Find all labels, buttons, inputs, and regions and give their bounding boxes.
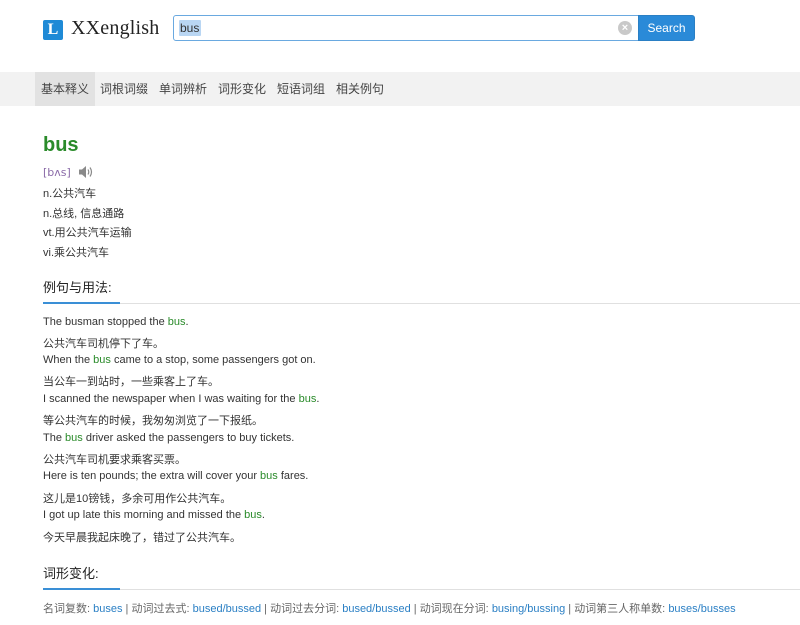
example-text: The busman stopped the: [43, 316, 168, 328]
definition: vi.乘公共汽车: [43, 247, 109, 259]
inflection-label: 动词第三人称单数:: [574, 603, 669, 615]
search-input[interactable]: [180, 19, 610, 37]
inflection-label: 动词现在分词:: [419, 603, 492, 615]
tab-examples[interactable]: 相关例句: [332, 72, 388, 106]
example-text: came to a stop, some passengers got on.: [110, 354, 316, 366]
separator: |: [565, 603, 575, 615]
example-sentence: 今天早晨我起床晚了，错过了公共汽车。: [43, 529, 241, 545]
example-keyword: bus: [260, 470, 278, 482]
inflection-list: 名词复数: buses | 动词过去式: bused/bussed | 动词过去…: [43, 600, 736, 616]
header: L XXenglish × Search: [0, 0, 800, 72]
example-text: 当公车一到站时，一些乘客上了车。: [43, 376, 219, 388]
example-sentence: I scanned the newspaper when I was waiti…: [43, 393, 319, 405]
example-keyword: bus: [298, 393, 317, 405]
example-keyword: bus: [65, 432, 83, 444]
example-text: Here is ten pounds; the extra will cover…: [43, 470, 261, 482]
inflection-label: 动词过去分词:: [270, 603, 343, 615]
separator: |: [261, 603, 271, 615]
inflection-link[interactable]: bused/bussed: [193, 603, 262, 615]
inflection-link[interactable]: buses/busses: [668, 603, 735, 615]
example-text: 公共汽车司机停下了车。: [43, 338, 164, 350]
example-text: driver asked the passengers to buy ticke…: [82, 432, 295, 444]
example-sentence: When the bus came to a stop, some passen…: [43, 354, 316, 366]
example-text: I scanned the newspaper when I was waiti…: [43, 393, 299, 405]
example-sentence: The bus driver asked the passengers to b…: [43, 432, 294, 444]
search-box: ×: [173, 15, 639, 41]
definition: n.总线, 信息通路: [43, 208, 125, 220]
phonetic: [bʌs]: [43, 166, 71, 179]
inflection-label: 名词复数:: [43, 603, 94, 615]
example-text: The: [43, 432, 66, 444]
definition: vt.用公共汽车运输: [43, 227, 132, 239]
inflection-link[interactable]: busing/bussing: [492, 603, 565, 615]
separator: |: [410, 603, 420, 615]
example-sentence: The busman stopped the bus.: [43, 316, 189, 328]
inflections-heading: 词形变化:: [43, 566, 99, 581]
inflection-link[interactable]: buses: [93, 603, 122, 615]
example-sentence: Here is ten pounds; the extra will cover…: [43, 470, 308, 482]
example-keyword: bus: [244, 509, 262, 521]
example-sentence: I got up late this morning and missed th…: [43, 509, 265, 521]
example-sentence: 等公共汽车的时候，我匆匆浏览了一下报纸。: [43, 412, 263, 428]
example-sentence: 公共汽车司机要求乘客买票。: [43, 451, 186, 467]
headword: bus: [43, 134, 79, 156]
example-keyword: bus: [167, 316, 186, 328]
example-text: .: [261, 509, 265, 521]
speaker-icon[interactable]: [77, 164, 95, 180]
inflection-link[interactable]: bused/bussed: [342, 603, 411, 615]
tab-word-analysis[interactable]: 单词辨析: [155, 72, 211, 106]
example-sentence: 当公车一到站时，一些乘客上了车。: [43, 373, 219, 389]
example-text: 今天早晨我起床晚了，错过了公共汽车。: [43, 532, 241, 544]
clear-icon[interactable]: ×: [618, 21, 632, 35]
example-text: 这儿是10镑钱，多余可用作公共汽车。: [43, 493, 232, 505]
definition: n.公共汽车: [43, 188, 97, 200]
divider: [43, 589, 800, 590]
example-text: 等公共汽车的时候，我匆匆浏览了一下报纸。: [43, 415, 263, 427]
search-button[interactable]: Search: [638, 15, 695, 41]
logo-text[interactable]: XXenglish: [71, 17, 159, 40]
tab-word-forms[interactable]: 词形变化: [214, 72, 270, 106]
example-sentence: 这儿是10镑钱，多余可用作公共汽车。: [43, 490, 231, 506]
examples-heading: 例句与用法:: [43, 280, 112, 295]
example-text: 公共汽车司机要求乘客买票。: [43, 454, 186, 466]
example-text: .: [316, 393, 320, 405]
tab-roots-affixes[interactable]: 词根词缀: [96, 72, 152, 106]
tab-basic-meaning[interactable]: 基本释义: [35, 72, 95, 106]
example-text: When the: [43, 354, 94, 366]
divider: [43, 303, 800, 304]
heading-underline: [43, 588, 120, 590]
example-text: fares.: [277, 470, 309, 482]
tab-phrases[interactable]: 短语词组: [273, 72, 329, 106]
example-text: .: [185, 316, 189, 328]
example-keyword: bus: [93, 354, 111, 366]
inflection-label: 动词过去式:: [131, 603, 193, 615]
tab-bar: 基本释义 词根词缀 单词辨析 词形变化 短语词组 相关例句: [0, 72, 800, 106]
example-text: I got up late this morning and missed th…: [43, 509, 245, 521]
example-sentence: 公共汽车司机停下了车。: [43, 335, 164, 351]
logo-icon[interactable]: L: [43, 20, 63, 40]
heading-underline: [43, 302, 120, 304]
